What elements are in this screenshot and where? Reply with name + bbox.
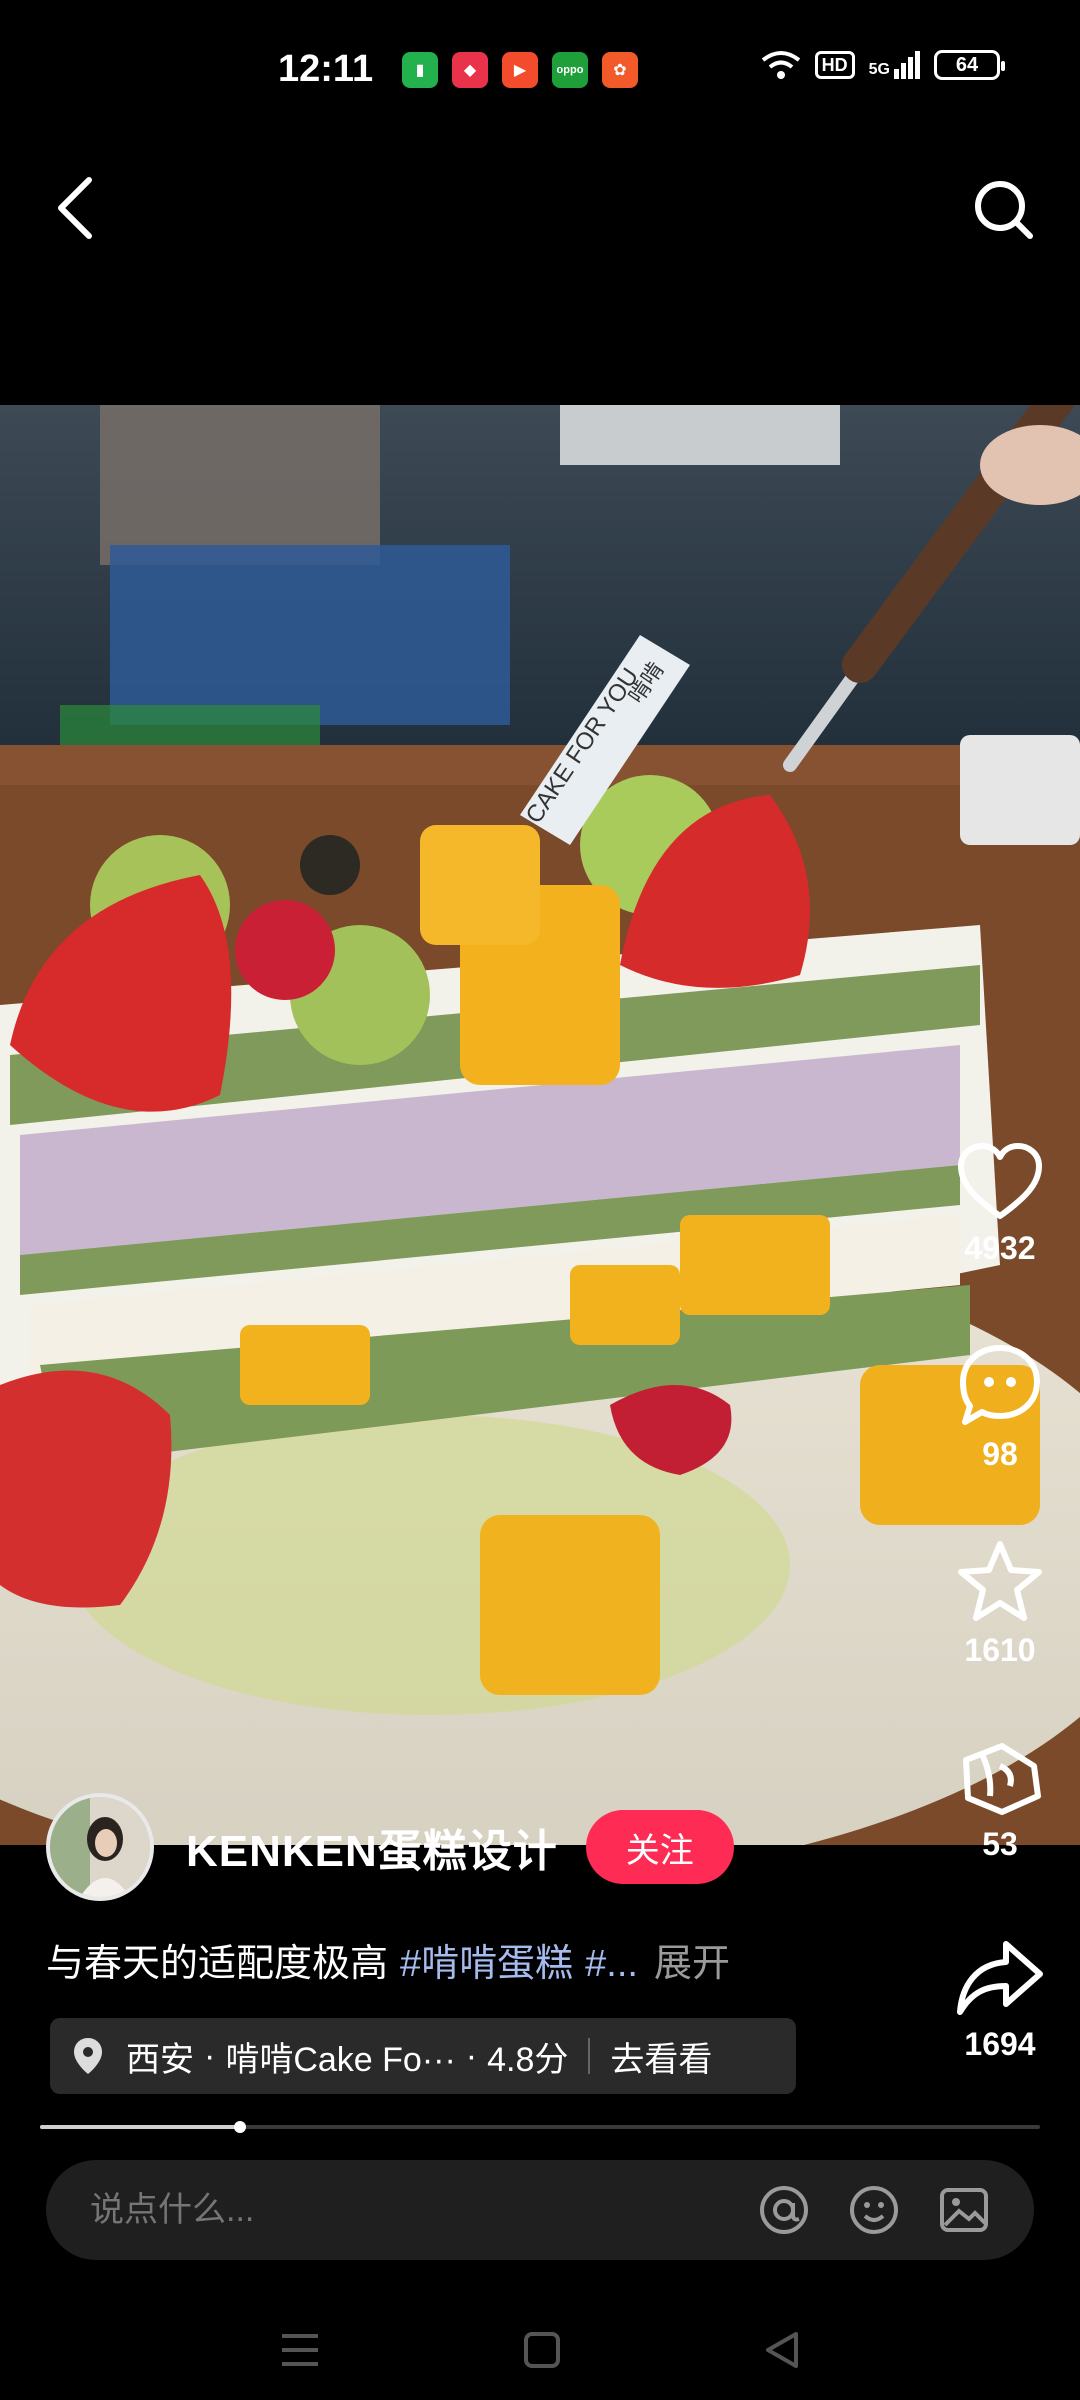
share-count: 1694 xyxy=(964,2026,1036,2062)
search-icon xyxy=(975,181,1033,239)
location-place: 啃啃Cake Fo··· xyxy=(225,2040,456,2079)
caption-text: 与春天的适配度极高 xyxy=(46,1943,389,1985)
avatar-image xyxy=(50,1797,150,1897)
comment-button[interactable]: 98 xyxy=(920,1340,1080,1473)
comment-bubble-icon xyxy=(960,1345,1040,1425)
back-nav-icon[interactable] xyxy=(762,2330,802,2370)
progress-fill xyxy=(40,2125,240,2129)
favorite-count: 1610 xyxy=(964,1632,1036,1668)
like-button[interactable]: 4932 xyxy=(920,1140,1080,1267)
system-nav-bar xyxy=(0,2300,1080,2400)
back-button[interactable] xyxy=(40,168,110,248)
video-app-icon: ▶ xyxy=(502,52,538,88)
expand-caption-button[interactable]: 展开 xyxy=(654,1943,730,1985)
avatar[interactable] xyxy=(46,1793,154,1901)
location-city: 西安 xyxy=(126,2040,194,2079)
favorite-button[interactable]: 1610 xyxy=(920,1538,1080,1669)
gift-icon xyxy=(963,1743,1041,1815)
progress-knob[interactable] xyxy=(234,2121,246,2133)
status-bar: 12:11 ▮ ◆ ▶ oppo ✿ HD 5G 64 xyxy=(0,0,1080,140)
hd-badge: HD xyxy=(814,51,855,79)
comment-input[interactable] xyxy=(90,2190,754,2230)
cake-image: CAKE FOR YOU 啃啃 xyxy=(0,405,1080,1845)
caption: 与春天的适配度极高 #啃啃蛋糕 #... 展开 xyxy=(46,1932,730,1987)
heart-icon xyxy=(958,1143,1042,1219)
hashtag-link-more[interactable]: #... xyxy=(585,1943,638,1985)
notification-icons: ▮ ◆ ▶ oppo ✿ xyxy=(402,52,638,88)
battery-indicator: 64 xyxy=(934,50,1005,80)
video-progress-bar[interactable] xyxy=(40,2121,1040,2133)
message-app-icon: ▮ xyxy=(402,52,438,88)
location-pin-icon xyxy=(74,2038,102,2074)
wifi-icon xyxy=(761,51,800,79)
location-go-button[interactable]: 去看看 xyxy=(610,2032,712,2081)
hashtag-link[interactable]: #啃啃蛋糕 xyxy=(400,1943,573,1985)
home-icon[interactable] xyxy=(522,2330,562,2370)
share-button[interactable]: 1694 xyxy=(920,1936,1080,2063)
emoji-button[interactable] xyxy=(844,2180,904,2240)
location-rating: 4.8分 xyxy=(487,2040,569,2079)
author-name[interactable]: KENKEN蛋糕设计 xyxy=(186,1815,558,1879)
gift-button[interactable]: 53 xyxy=(920,1736,1080,1863)
comment-bar xyxy=(46,2160,1034,2260)
oppo-app-icon: oppo xyxy=(552,52,588,88)
image-button[interactable] xyxy=(934,2180,994,2240)
mention-button[interactable] xyxy=(754,2180,814,2240)
image-icon xyxy=(940,2188,988,2232)
like-count: 4932 xyxy=(964,1230,1036,1266)
comment-count: 98 xyxy=(982,1436,1018,1472)
follow-button[interactable]: 关注 xyxy=(585,1810,734,1884)
at-icon xyxy=(760,2186,808,2234)
share-arrow-icon xyxy=(957,1941,1043,2015)
star-icon xyxy=(958,1541,1042,1621)
orange-app-icon: ✿ xyxy=(602,52,638,88)
search-button[interactable] xyxy=(964,170,1044,250)
location-pill[interactable]: 西安 · 啃啃Cake Fo··· · 4.8分 去看看 xyxy=(50,2018,796,2094)
red-app-icon: ◆ xyxy=(452,52,488,88)
emoji-icon xyxy=(850,2186,898,2234)
menu-icon[interactable] xyxy=(278,2330,322,2370)
status-indicators: HD 5G 64 xyxy=(761,50,1005,80)
chevron-left-icon xyxy=(58,177,92,239)
gift-count: 53 xyxy=(982,1826,1018,1862)
status-time: 12:11 xyxy=(278,48,374,90)
cell-signal-icon: 5G xyxy=(869,51,920,79)
author-row: KENKEN蛋糕设计 关注 xyxy=(46,1792,734,1902)
post-photo[interactable]: CAKE FOR YOU 啃啃 xyxy=(0,405,1080,1845)
top-nav xyxy=(0,160,1080,260)
